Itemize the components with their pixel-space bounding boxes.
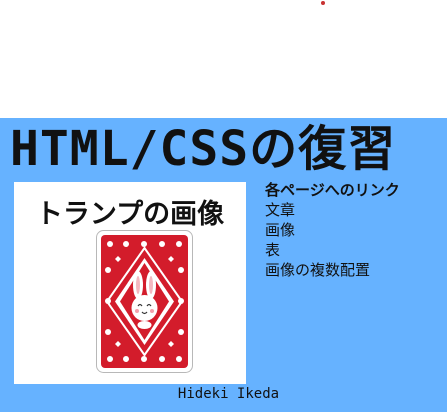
link-text-page[interactable]: 文章 [265,200,447,220]
nav-link-list: 文章 画像 表 画像の複数配置 [265,200,447,280]
red-dot [321,1,325,5]
author-name: Hideki Ikeda [177,386,280,402]
image-card: トランプの画像 [14,182,246,384]
card-title: トランプの画像 [35,199,225,230]
nav-item: 文章 [265,200,447,220]
nav-item: 表 [265,240,447,260]
page-title: HTML/CSSの復習 [10,121,397,177]
link-multi-image-page[interactable]: 画像の複数配置 [265,260,447,280]
page-links-nav: 各ページへのリンク 文章 画像 表 画像の複数配置 [265,180,447,280]
nav-heading: 各ページへのリンク [265,181,400,199]
playing-card-image [96,230,193,373]
nav-item: 画像 [265,220,447,240]
nav-item: 画像の複数配置 [265,260,447,280]
link-table-page[interactable]: 表 [265,240,447,260]
link-image-page[interactable]: 画像 [265,220,447,240]
